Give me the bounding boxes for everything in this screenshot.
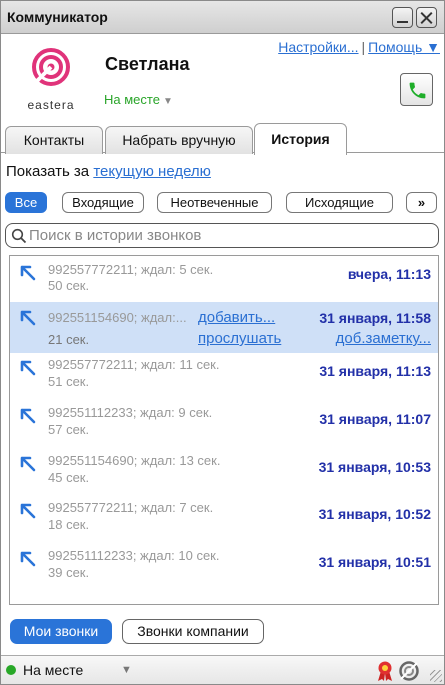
search-icon [11, 228, 27, 244]
call-time: 31 января, 11:13 [319, 363, 431, 379]
tab-history[interactable]: История [254, 123, 347, 155]
close-button[interactable] [416, 7, 437, 28]
phone-icon [409, 82, 426, 99]
call-duration: 39 сек. [48, 565, 90, 580]
brand-name: eastera [27, 98, 75, 112]
period-prefix: Показать за [6, 163, 90, 180]
call-row[interactable]: 992557772211; ждал: 11 сек. 51 сек. 31 я… [10, 353, 438, 401]
outgoing-call-arrow-icon [20, 456, 36, 472]
call-row[interactable]: 992551154690; ждал: 13 сек. 45 сек. 31 я… [10, 449, 438, 496]
settings-link[interactable]: Настройки... [278, 39, 358, 55]
add-note-link[interactable]: доб.заметку... [336, 330, 431, 347]
my-calls-button[interactable]: Мои звонки [10, 619, 112, 644]
eastera-logo-icon [32, 48, 70, 86]
search-input[interactable] [29, 226, 429, 245]
call-info: 992557772211; ждал: 7 сек. [48, 500, 214, 515]
call-duration: 18 сек. [48, 517, 90, 532]
outgoing-call-arrow-icon [20, 503, 36, 519]
minimize-button[interactable] [392, 7, 413, 28]
call-row[interactable]: 992557772211; ждал: 5 сек. 50 сек. вчера… [10, 256, 438, 302]
filter-outgoing-button[interactable]: Исходящие [286, 192, 393, 213]
call-duration: 21 сек. [48, 332, 90, 347]
period-link[interactable]: текущую неделю [93, 163, 211, 180]
outgoing-call-arrow-icon [20, 551, 36, 567]
online-status-dot-icon [6, 665, 16, 675]
filter-all-button[interactable]: Все [5, 192, 47, 213]
link-separator: | [361, 39, 366, 55]
outgoing-call-arrow-icon [20, 265, 36, 281]
outgoing-call-arrow-icon [20, 310, 36, 326]
main-tabs: Контакты Набрать вручную История [1, 123, 444, 155]
award-ribbon-icon[interactable] [375, 660, 395, 682]
eastera-logo: eastera [21, 47, 81, 117]
filter-more-button[interactable]: » [406, 192, 437, 213]
call-time: 31 января, 10:53 [318, 459, 431, 475]
filter-missed-button[interactable]: Неотвеченные [157, 192, 272, 213]
statusbar-status[interactable]: На месте [23, 662, 83, 678]
company-calls-button[interactable]: Звонки компании [122, 619, 264, 644]
chevron-down-icon: ▼ [162, 96, 173, 107]
call-row[interactable]: 992551112233; ждал: 9 сек. 57 сек. 31 ян… [10, 401, 438, 449]
call-duration: 45 сек. [48, 470, 90, 485]
communicator-window: Коммуникатор eastera Светлана На месте ▼ … [0, 0, 445, 685]
call-duration: 51 сек. [48, 374, 90, 389]
add-contact-link[interactable]: добавить... [198, 309, 275, 326]
tab-contacts[interactable]: Контакты [5, 126, 103, 154]
call-row-selected[interactable]: 992551154690; ждал:... 21 сек. добавить.… [10, 302, 438, 353]
call-time: 31 января, 10:52 [318, 506, 431, 522]
call-info: 992557772211; ждал: 5 сек. [48, 262, 214, 277]
call-info: 992557772211; ждал: 11 сек. [48, 357, 220, 372]
call-history-list[interactable]: 992557772211; ждал: 5 сек. 50 сек. вчера… [9, 255, 439, 605]
voicemail-icon[interactable] [398, 660, 420, 682]
call-row[interactable]: 992551112233; ждал: 10 сек. 39 сек. 31 я… [10, 544, 438, 592]
call-time: 31 января, 10:51 [318, 554, 431, 570]
chevron-down-icon[interactable]: ▼ [121, 664, 132, 676]
title-bar[interactable]: Коммуникатор [1, 1, 444, 34]
resize-grip[interactable] [430, 670, 442, 682]
tab-manual-dial[interactable]: Набрать вручную [105, 126, 253, 154]
status-bar: На месте ▼ [1, 655, 444, 684]
window-title: Коммуникатор [7, 9, 108, 25]
listen-link[interactable]: прослушать [198, 330, 281, 347]
call-info: 992551112233; ждал: 10 сек. [48, 548, 220, 563]
help-link[interactable]: Помощь ▼ [368, 39, 440, 55]
status-label: На месте [104, 92, 160, 107]
call-info: 992551154690; ждал: 13 сек. [48, 453, 221, 468]
outgoing-call-arrow-icon [20, 360, 36, 376]
history-search [5, 223, 439, 248]
filter-incoming-button[interactable]: Входящие [62, 192, 144, 213]
user-name: Светлана [105, 54, 190, 74]
call-info: 992551154690; ждал:... [48, 310, 187, 325]
call-time: вчера, 11:13 [347, 266, 431, 282]
outgoing-call-arrow-icon [20, 408, 36, 424]
call-info: 992551112233; ждал: 9 сек. [48, 405, 213, 420]
call-duration: 57 сек. [48, 422, 90, 437]
period-selector: Показать за текущую неделю [6, 163, 211, 180]
call-time: 31 января, 11:07 [319, 411, 431, 427]
call-button[interactable] [400, 73, 433, 106]
call-row[interactable]: 992557772211; ждал: 7 сек. 18 сек. 31 ян… [10, 496, 438, 544]
status-dropdown[interactable]: На месте ▼ [104, 92, 173, 107]
call-duration: 50 сек. [48, 278, 90, 293]
top-links: Настройки... | Помощь ▼ [278, 39, 440, 55]
call-time: 31 января, 11:58 [319, 310, 431, 326]
